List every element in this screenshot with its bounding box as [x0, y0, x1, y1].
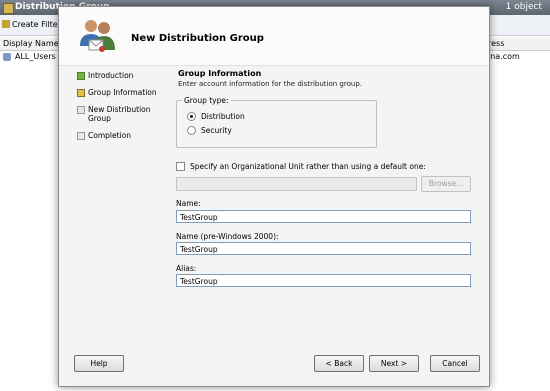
ou-checkbox-label[interactable]: Specify an Organizational Unit rather th…: [190, 162, 426, 171]
ou-checkbox-row[interactable]: Specify an Organizational Unit rather th…: [176, 162, 476, 172]
wizard-header: New Distribution Group: [59, 7, 489, 66]
list-item-address: ina.com: [488, 52, 520, 61]
pre-windows-name-input[interactable]: TestGroup: [176, 242, 471, 255]
step-pending-icon: [77, 132, 85, 140]
section-description: Enter account information for the distri…: [178, 80, 362, 88]
name-label: Name:: [176, 199, 201, 208]
back-button[interactable]: < Back: [314, 355, 364, 372]
step-label: Completion: [88, 131, 131, 140]
users-group-icon: [80, 20, 115, 52]
ou-checkbox[interactable]: [176, 162, 185, 171]
column-display-name[interactable]: Display Name: [3, 39, 59, 48]
console-folder-icon: [3, 3, 14, 14]
step-pending-icon: [77, 106, 85, 114]
wizard-dialog: New Distribution Group Introduction Grou…: [58, 6, 490, 387]
cancel-button[interactable]: Cancel: [430, 355, 480, 372]
step-label: Introduction: [88, 71, 134, 80]
section-title: Group Information: [178, 69, 262, 78]
pre-windows-name-label: Name (pre-Windows 2000):: [176, 232, 279, 241]
dialog-title: New Distribution Group: [131, 33, 264, 44]
browse-button: Browse...: [421, 176, 471, 192]
alias-input[interactable]: TestGroup: [176, 274, 471, 287]
filter-icon[interactable]: [2, 20, 10, 28]
radio-button[interactable]: [187, 112, 196, 121]
object-count: 1 object: [505, 2, 542, 12]
group-type-legend: Group type:: [182, 96, 231, 105]
radio-label[interactable]: Distribution: [201, 112, 245, 121]
list-item-name: ALL_Users: [15, 52, 56, 61]
alias-label: Alias:: [176, 264, 197, 273]
step-complete-icon: [77, 72, 85, 80]
column-address[interactable]: ress: [488, 39, 504, 48]
ou-path-field: [176, 177, 417, 191]
help-button[interactable]: Help: [74, 355, 124, 372]
step-current-icon: [77, 89, 85, 97]
step-label: New Distribution Group: [88, 105, 151, 123]
radio-button[interactable]: [187, 126, 196, 135]
group-type-box: Group type: Distribution Security: [176, 96, 377, 148]
step-label: Group Information: [88, 88, 157, 97]
create-filter-button[interactable]: Create Filter: [12, 20, 61, 29]
radio-label[interactable]: Security: [201, 126, 232, 135]
next-button[interactable]: Next >: [369, 355, 419, 372]
name-input[interactable]: TestGroup: [176, 210, 471, 223]
group-icon: [3, 53, 11, 61]
